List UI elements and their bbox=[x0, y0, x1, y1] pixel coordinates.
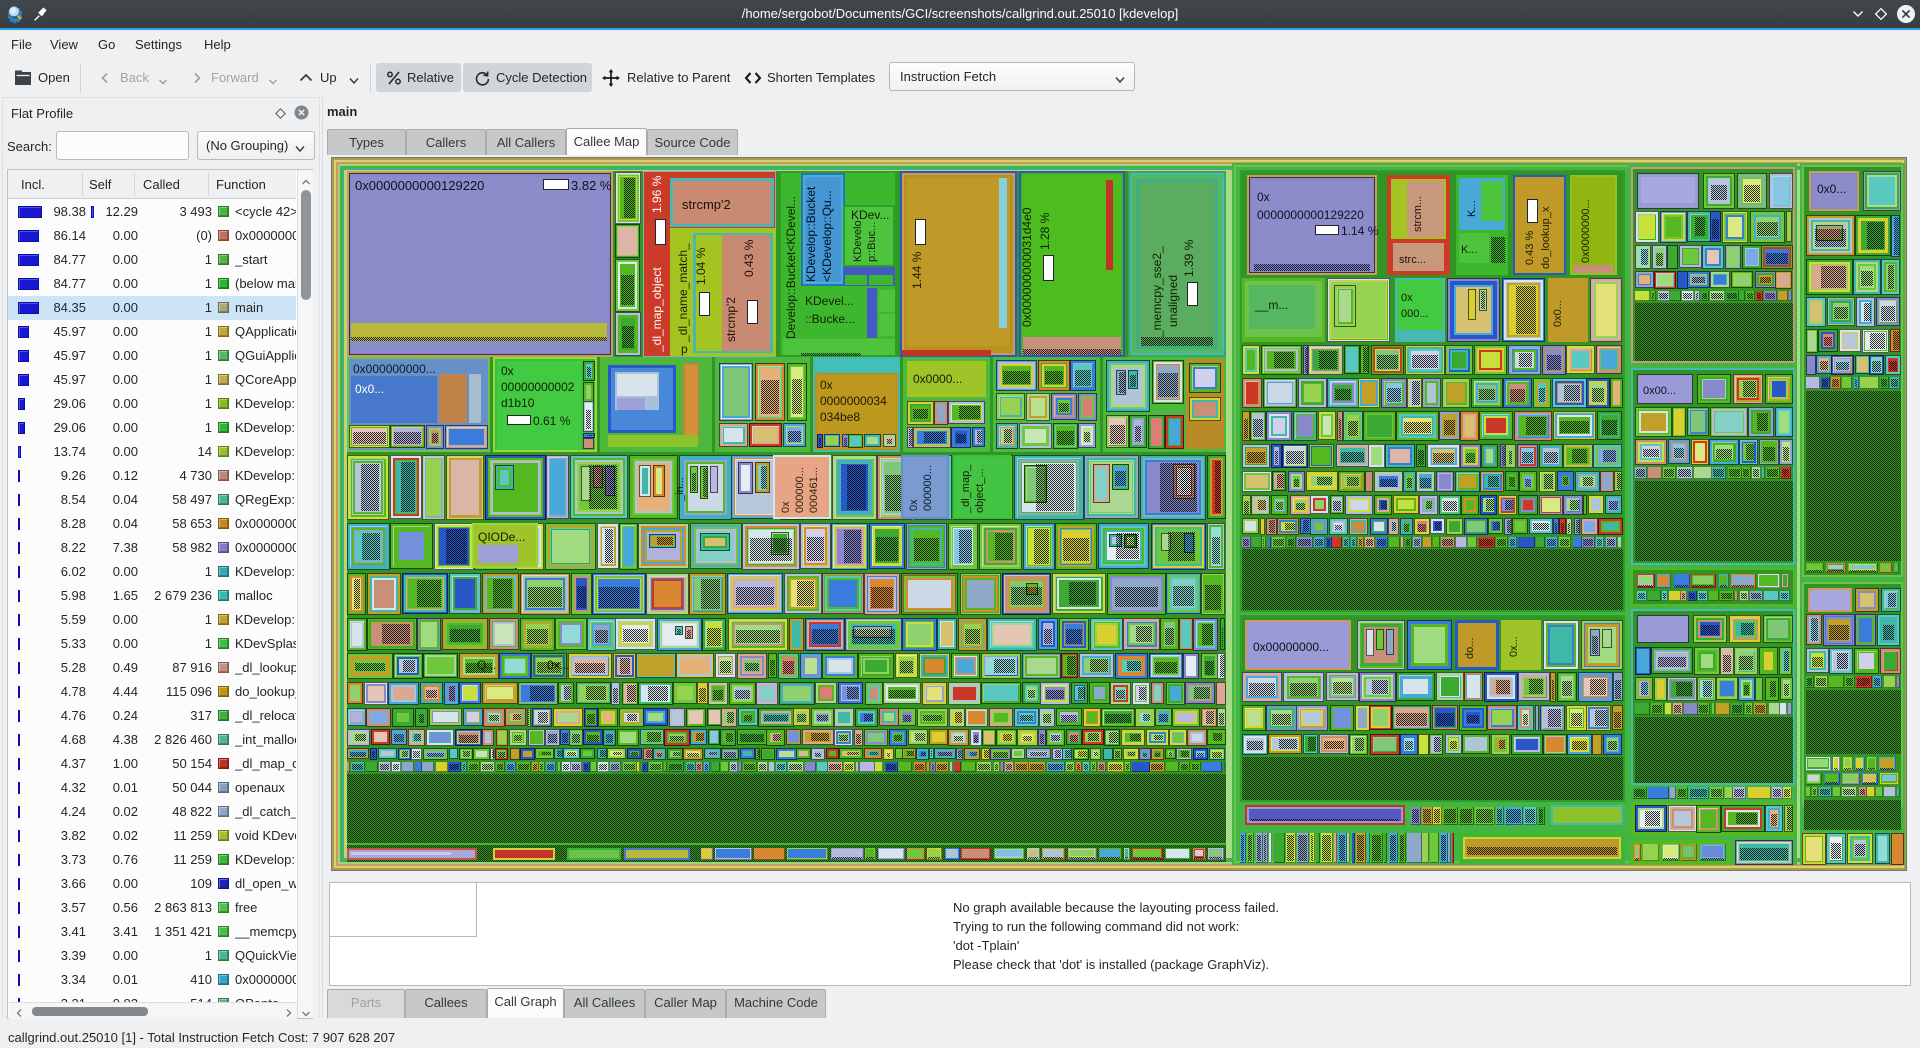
svg-text:0000000000129220: 0000000000129220 bbox=[1257, 208, 1364, 222]
svg-text:0x: 0x bbox=[1257, 190, 1270, 204]
svg-text:p::Buc...: p::Buc... bbox=[866, 222, 878, 262]
svg-text:0x: 0x bbox=[908, 499, 920, 511]
svg-text:strcmp'2: strcmp'2 bbox=[682, 197, 731, 212]
svg-text:1.96 %: 1.96 % bbox=[650, 175, 664, 213]
svg-text:1.44 %: 1.44 % bbox=[910, 251, 924, 289]
svg-text:K...: K... bbox=[1461, 244, 1478, 256]
svg-text:0.43 %: 0.43 % bbox=[742, 239, 756, 277]
svg-text:0x000000000031d4e0: 0x000000000031d4e0 bbox=[1020, 207, 1034, 327]
svg-text:000000...: 000000... bbox=[794, 467, 806, 513]
svg-text:do...: do... bbox=[1464, 638, 1476, 659]
svg-text:0x: 0x bbox=[780, 501, 792, 513]
svg-text:000461...: 000461... bbox=[808, 467, 820, 513]
svg-text:0x00000000...: 0x00000000... bbox=[1253, 640, 1329, 654]
svg-text:unaligned: unaligned bbox=[1166, 275, 1180, 327]
svg-text:0x: 0x bbox=[1401, 292, 1413, 304]
svg-text:0x...: 0x... bbox=[1508, 636, 1520, 657]
svg-text:1.14 %: 1.14 % bbox=[1341, 224, 1379, 238]
svg-text:1.39 %: 1.39 % bbox=[1182, 239, 1196, 277]
svg-text:object_...: object_... bbox=[974, 468, 986, 513]
svg-text:0.43 %: 0.43 % bbox=[1524, 231, 1536, 265]
svg-text:_dl_map_object: _dl_map_object bbox=[650, 267, 664, 353]
svg-text:_memcpy_sse2_: _memcpy_sse2_ bbox=[1150, 246, 1164, 338]
svg-text:0x0000...: 0x0000... bbox=[913, 372, 962, 386]
svg-text:::Bucke...: ::Bucke... bbox=[805, 312, 855, 326]
svg-text:Q...: Q... bbox=[477, 658, 496, 672]
svg-text:000...: 000... bbox=[1401, 308, 1429, 320]
svg-text:0000000034: 0000000034 bbox=[820, 394, 887, 408]
svg-text:KDevelop::Bucket<KDevel...: KDevelop::Bucket<KDevel... bbox=[784, 196, 798, 347]
svg-text:KDevelop::Bucket: KDevelop::Bucket bbox=[804, 186, 818, 282]
svg-text:_dl_map_: _dl_map_ bbox=[960, 464, 972, 514]
svg-text:0x00...: 0x00... bbox=[1643, 385, 1676, 397]
svg-text:034be8: 034be8 bbox=[820, 410, 860, 424]
svg-text:strcmp'2: strcmp'2 bbox=[724, 297, 738, 342]
svg-text:0x: 0x bbox=[820, 378, 833, 392]
svg-text:0x...: 0x... bbox=[547, 658, 570, 672]
svg-text:strc...: strc... bbox=[1399, 254, 1426, 266]
svg-text:__m...: __m... bbox=[1254, 298, 1288, 312]
svg-text:0x0000000...: 0x0000000... bbox=[1580, 199, 1592, 263]
svg-text:K...: K... bbox=[1466, 200, 1478, 217]
svg-text:do_lookup_x: do_lookup_x bbox=[1540, 206, 1552, 269]
svg-text:0x0...: 0x0... bbox=[1817, 182, 1846, 196]
svg-text:strcm...: strcm... bbox=[1412, 196, 1424, 232]
svg-text:KDevel...: KDevel... bbox=[805, 294, 854, 308]
svg-text:0x000000000...: 0x000000000... bbox=[353, 362, 436, 376]
svg-text:QIODe...: QIODe... bbox=[478, 530, 525, 544]
svg-text:d1b10: d1b10 bbox=[501, 396, 535, 410]
svg-text:KDev...: KDev... bbox=[851, 208, 889, 222]
svg-text:00000000002: 00000000002 bbox=[501, 380, 575, 394]
svg-text:3.82 %: 3.82 % bbox=[571, 178, 612, 193]
svg-text:0x: 0x bbox=[501, 364, 514, 378]
svg-text:KDevelo: KDevelo bbox=[852, 220, 864, 262]
svg-text:_dl_name_match_: _dl_name_match_ bbox=[676, 243, 690, 343]
svg-text:_in...: _in... bbox=[674, 477, 686, 502]
svg-text:0x0...: 0x0... bbox=[355, 382, 384, 396]
svg-text:000000...: 000000... bbox=[922, 465, 934, 511]
svg-text:0x0...: 0x0... bbox=[1552, 300, 1564, 327]
svg-text:p: p bbox=[681, 342, 688, 356]
svg-text:0x0000000000129220: 0x0000000000129220 bbox=[355, 178, 484, 193]
svg-text:1.04 %: 1.04 % bbox=[694, 247, 708, 285]
svg-text:1.28 %: 1.28 % bbox=[1038, 212, 1052, 250]
svg-text:0.61 %: 0.61 % bbox=[533, 414, 571, 428]
svg-text:<KDevelop::Qu...: <KDevelop::Qu... bbox=[820, 190, 834, 282]
